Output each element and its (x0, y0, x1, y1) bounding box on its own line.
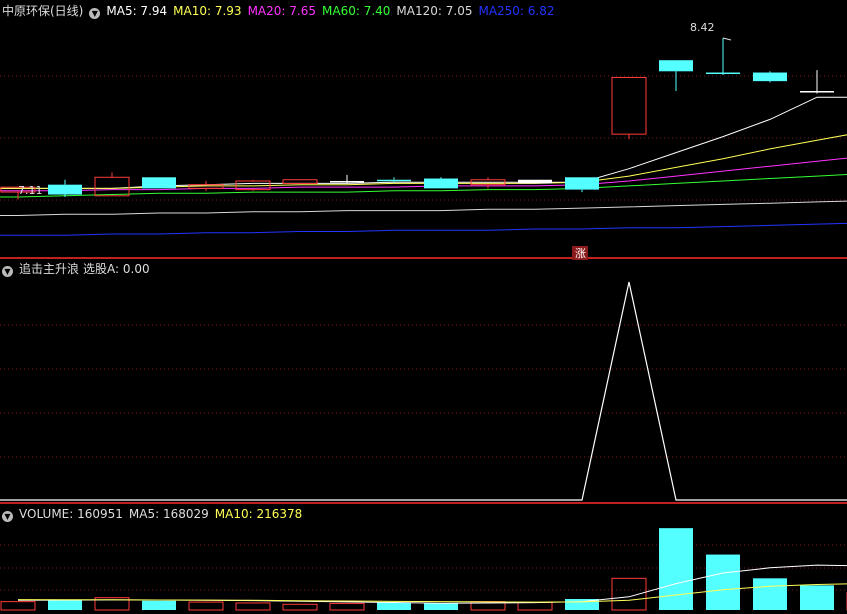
candle-body (48, 184, 82, 195)
volume-panel[interactable] (0, 528, 847, 611)
volume-bar (48, 599, 82, 610)
volume-bar (800, 585, 834, 610)
candle-body (706, 72, 740, 75)
candle-body (611, 76, 647, 135)
candle-body (330, 180, 364, 183)
ma20-legend: MA20: 7.65 (247, 4, 316, 18)
dropdown-icon[interactable]: ▼ (2, 266, 13, 277)
indicator-header: ▼ 追击主升浪 选股A: 0.00 (2, 261, 156, 277)
candle-body (94, 176, 130, 197)
candle-body (518, 179, 552, 184)
ma10-legend: MA10: 7.93 (173, 4, 242, 18)
ma5-legend: MA5: 7.94 (106, 4, 168, 18)
candle-body (753, 72, 787, 82)
volume-bar (424, 602, 458, 610)
high-marker (722, 37, 732, 41)
vol-ma5-legend: MA5: 168029 (128, 507, 209, 521)
price-panel[interactable] (0, 37, 847, 236)
low-price-label: 7.11 (18, 184, 43, 197)
ma-line-ma10 (0, 131, 847, 189)
dropdown-icon[interactable]: ▼ (89, 8, 101, 19)
volume-bar (188, 601, 224, 611)
volume-bar (282, 603, 318, 611)
signal-badge-label: 涨 (575, 247, 586, 260)
volume-value: VOLUME: 160951 (19, 507, 123, 521)
ma120-legend: MA120: 7.05 (396, 4, 473, 18)
candle-body (565, 177, 599, 190)
volume-bar (235, 602, 271, 611)
candle-body (377, 179, 411, 182)
candle-body (800, 91, 834, 93)
indicator-panel[interactable] (0, 281, 847, 501)
volume-bar (377, 602, 411, 610)
indicator-name: 追击主升浪 (19, 262, 80, 276)
volume-bar (142, 600, 176, 610)
candle-body (659, 60, 693, 72)
vol-ma10-legend: MA10: 216378 (214, 507, 303, 521)
ma-line-ma120 (0, 200, 847, 216)
candle-body (142, 177, 176, 189)
volume-bar (706, 554, 740, 610)
ma60-legend: MA60: 7.40 (322, 4, 391, 18)
candle-body (282, 179, 318, 184)
volume-bar (517, 602, 553, 611)
ma-line-ma250 (0, 222, 847, 236)
ma-line-ma20 (0, 155, 847, 192)
volume-header: ▼ VOLUME: 160951 MA5: 168029 MA10: 216378 (2, 506, 308, 522)
volume-bar (611, 577, 647, 611)
volume-bar (659, 528, 693, 610)
volume-bar (329, 602, 365, 611)
price-header: 中原环保(日线) ▼ MA5: 7.94 MA10: 7.93 MA20: 7.65 MA… (2, 3, 561, 19)
stock-title: 中原环保(日线) (2, 4, 84, 18)
indicator-line (0, 281, 847, 501)
volume-bar (753, 578, 787, 610)
indicator-value: 选股A: 0.00 (83, 262, 150, 276)
ma-line-ma5 (0, 96, 847, 189)
high-price-label: 8.42 (690, 21, 715, 34)
volume-bar (0, 601, 36, 611)
candle-body (424, 178, 458, 189)
dropdown-icon[interactable]: ▼ (2, 511, 13, 522)
ma250-legend: MA250: 6.82 (478, 4, 555, 18)
